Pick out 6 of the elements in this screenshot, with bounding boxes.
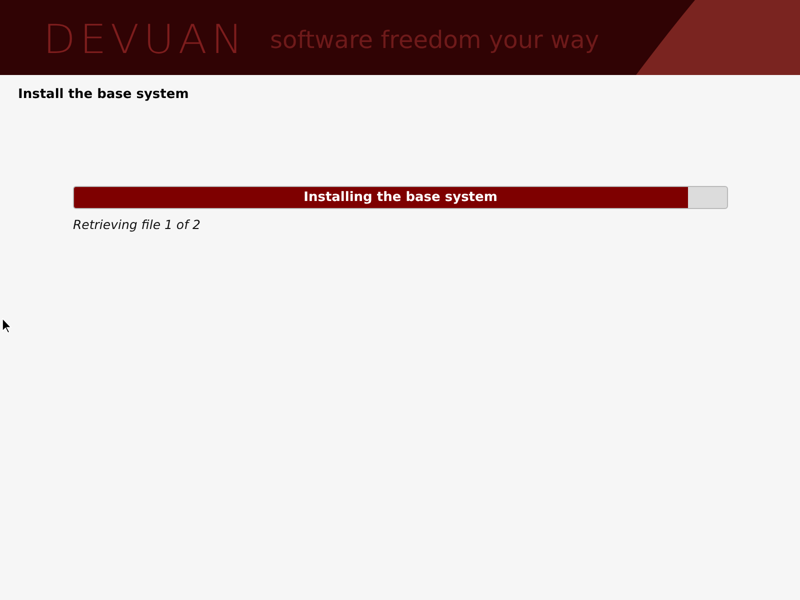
logo: DEVUAN	[43, 16, 247, 62]
page-title: Install the base system	[18, 87, 190, 102]
tagline: software freedom your way	[270, 26, 600, 54]
progress-label: Installing the base system	[304, 190, 498, 205]
pointer-icon	[2, 318, 12, 334]
status-text: Retrieving file 1 of 2	[73, 217, 200, 232]
